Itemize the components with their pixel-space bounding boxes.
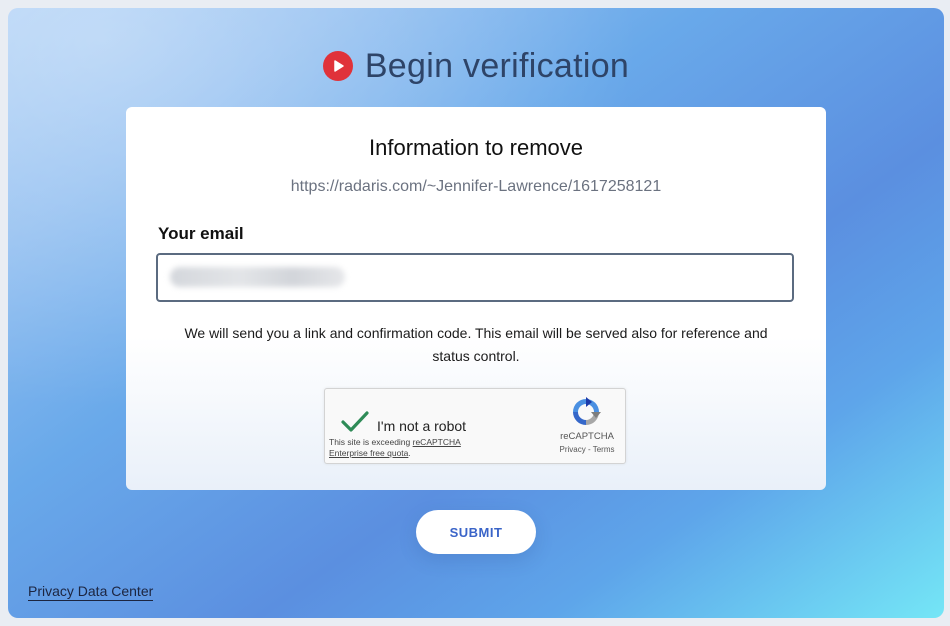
verification-card: Information to remove https://radaris.co… xyxy=(126,107,826,490)
recaptcha-widget: I'm not a robot This site is exceeding r… xyxy=(324,388,626,464)
redacted-email-value xyxy=(170,267,345,287)
email-field[interactable] xyxy=(156,253,794,302)
privacy-data-center-link[interactable]: Privacy Data Center xyxy=(28,583,154,601)
page-title: Begin verification xyxy=(364,46,630,85)
captcha-warning-prefix: This site is exceeding xyxy=(329,437,413,447)
recaptcha-link-separator: - xyxy=(585,445,593,454)
recaptcha-links: Privacy - Terms xyxy=(539,445,635,454)
recaptcha-logo-icon xyxy=(570,396,602,433)
page-header: Begin verification xyxy=(8,44,944,88)
captcha-label: I'm not a robot xyxy=(377,418,467,434)
profile-url: https://radaris.com/~Jennifer-Lawrence/1… xyxy=(290,178,662,195)
recaptcha-terms-link[interactable]: Terms xyxy=(593,445,615,454)
card-title: Information to remove xyxy=(369,135,583,160)
play-circle-icon xyxy=(322,51,353,81)
captcha-warning-suffix: . xyxy=(408,448,411,458)
email-label: Your email xyxy=(158,224,244,243)
submit-button[interactable]: SUBMIT xyxy=(416,510,536,554)
email-notice: We will send you a link and confirmation… xyxy=(184,325,768,364)
page-background: Begin verification Information to remove… xyxy=(8,8,944,618)
recaptcha-privacy-link[interactable]: Privacy xyxy=(560,445,586,454)
recaptcha-brand: reCAPTCHA xyxy=(560,431,614,442)
checkmark-icon[interactable] xyxy=(341,411,369,438)
captcha-quota-warning: This site is exceeding reCAPTCHA Enterpr… xyxy=(329,437,499,459)
